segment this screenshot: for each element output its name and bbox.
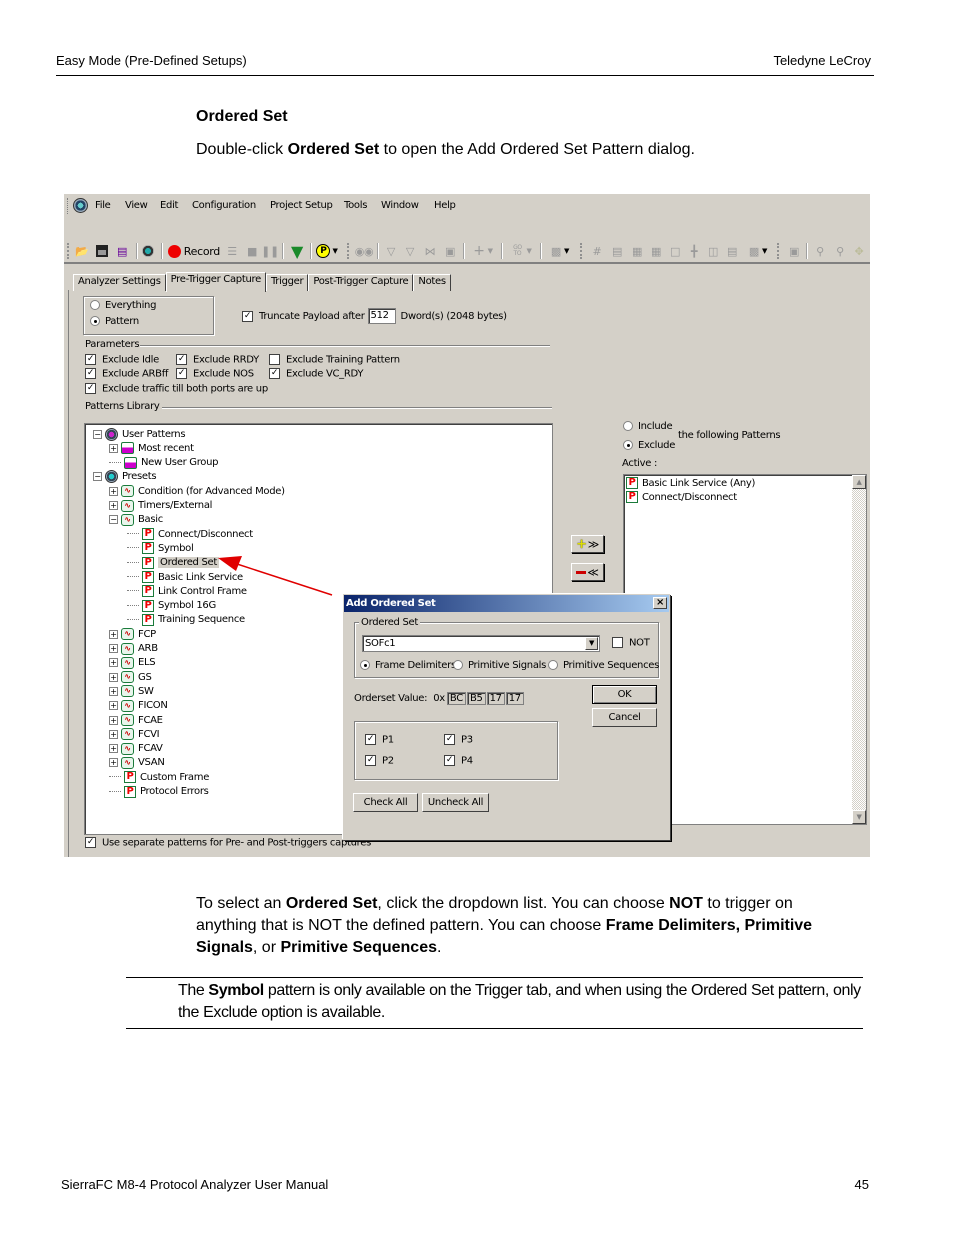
arrow-head xyxy=(218,556,242,571)
bold-text: Ordered Set xyxy=(285,895,378,912)
header-section-name: Easy Mode (Pre-Defined Setups) xyxy=(56,53,247,68)
radio-primitive-sequences[interactable]: Primitive Sequences xyxy=(548,660,659,671)
intro-text-end: to open the Add Ordered Set Pattern dial… xyxy=(379,141,695,158)
hex-byte: BC xyxy=(446,692,466,705)
active-list-scrollbar[interactable]: ▲ ▼ xyxy=(852,475,866,824)
add-pattern-button[interactable]: + ≫ xyxy=(571,535,604,553)
pattern-p-icon: P xyxy=(626,477,638,489)
radio-frame-delimiters-control[interactable] xyxy=(360,660,370,670)
port-p2-checkbox[interactable]: ✓ xyxy=(365,755,376,766)
plus-icon: + xyxy=(576,536,587,552)
following-patterns-label: the following Patterns xyxy=(678,430,781,441)
port-label: P4 xyxy=(461,755,473,767)
not-checkbox[interactable] xyxy=(612,637,623,648)
port-p3-checkbox[interactable]: ✓ xyxy=(444,734,455,745)
text: To select an xyxy=(196,895,286,912)
bold-text: Primitive Sequences xyxy=(280,939,437,956)
minus-icon xyxy=(576,570,587,574)
port-label: P3 xyxy=(461,734,473,746)
radio-primitive-sequences-control[interactable] xyxy=(548,660,558,670)
chevron-down-icon[interactable]: ▼ xyxy=(585,637,598,650)
cancel-button[interactable]: Cancel xyxy=(592,708,657,727)
radio-label: Primitive Signals xyxy=(468,660,547,671)
close-icon[interactable]: × xyxy=(653,597,667,609)
footer-manual-title: SierraFC M8-4 Protocol Analyzer User Man… xyxy=(61,1177,329,1192)
radio-label: Frame Delimiters xyxy=(375,660,456,671)
not-option[interactable]: NOT xyxy=(612,637,650,649)
add-ordered-set-dialog: Add Ordered Set × Ordered Set SOFc1 ▼ NO… xyxy=(343,594,670,840)
dialog-title: Add Ordered Set xyxy=(346,598,436,609)
radio-exclude[interactable]: Exclude xyxy=(623,440,675,451)
note-box: The Symbol pattern is only available on … xyxy=(126,977,863,1029)
radio-primitive-signals-control[interactable] xyxy=(453,660,463,670)
radio-exclude-label: Exclude xyxy=(638,440,676,451)
intro-bold: Ordered Set xyxy=(287,141,380,158)
active-item[interactable]: P Basic Link Service (Any) xyxy=(626,476,755,490)
active-label: Active : xyxy=(622,458,658,469)
bold-text: NOT xyxy=(669,895,703,912)
radio-frame-delimiters[interactable]: Frame Delimiters xyxy=(360,660,456,671)
hex-byte: 17 xyxy=(505,692,524,705)
hex-prefix: 0x xyxy=(433,693,445,704)
page-footer: SierraFC M8-4 Protocol Analyzer User Man… xyxy=(61,1177,870,1192)
ok-button[interactable]: OK xyxy=(592,685,657,704)
text: , click the dropdown list. You can choos… xyxy=(377,895,670,912)
ordered-set-select[interactable]: SOFc1 ▼ xyxy=(362,635,600,652)
radio-primitive-signals[interactable]: Primitive Signals xyxy=(453,660,546,671)
separate-patterns-label: Use separate patterns for Pre- and Post-… xyxy=(102,837,372,849)
port-p3[interactable]: ✓ P3 xyxy=(444,734,473,746)
radio-label: Primitive Sequences xyxy=(563,660,660,671)
ordered-set-value: SOFc1 xyxy=(365,638,396,649)
intro-paragraph: Double-click Ordered Set to open the Add… xyxy=(196,141,695,159)
text: . xyxy=(436,939,442,956)
active-item[interactable]: P Connect/Disconnect xyxy=(626,490,737,504)
port-p4[interactable]: ✓ P4 xyxy=(444,755,473,767)
hex-byte: B5 xyxy=(466,692,486,705)
port-p2[interactable]: ✓ P2 xyxy=(365,755,394,767)
dialog-title-bar: Add Ordered Set xyxy=(344,595,669,612)
text: pattern is only available on the Trigger… xyxy=(178,982,861,1021)
orderset-value-row: Orderset Value: 0x BC B5 17 17 xyxy=(354,692,525,705)
port-label: P2 xyxy=(382,755,394,767)
text: , or xyxy=(252,939,281,956)
double-chevron-left-icon: ≪ xyxy=(587,565,599,579)
radio-include[interactable]: Include xyxy=(623,421,673,432)
port-p1-checkbox[interactable]: ✓ xyxy=(365,734,376,745)
active-item-label: Basic Link Service (Any) xyxy=(642,477,756,489)
radio-exclude-control[interactable] xyxy=(623,440,633,450)
intro-text: Double-click xyxy=(196,141,288,158)
page-header: Easy Mode (Pre-Defined Setups) Teledyne … xyxy=(56,52,874,76)
page-number: 45 xyxy=(854,1177,869,1192)
port-label: P1 xyxy=(382,734,394,746)
text: The xyxy=(178,982,209,999)
not-label: NOT xyxy=(629,637,650,649)
hex-byte: 17 xyxy=(486,692,505,705)
header-company: Teledyne LeCroy xyxy=(773,53,871,68)
arrow-line xyxy=(233,562,333,596)
section-title: Ordered Set xyxy=(196,108,288,125)
uncheck-all-button[interactable]: Uncheck All xyxy=(422,793,489,812)
bold-text: Symbol xyxy=(208,982,264,999)
app-screenshot: File View Edit Configuration Project Set… xyxy=(64,194,870,857)
port-p4-checkbox[interactable]: ✓ xyxy=(444,755,455,766)
orderset-value-label: Orderset Value: xyxy=(354,693,428,704)
port-p1[interactable]: ✓ P1 xyxy=(365,734,394,746)
pattern-p-icon: P xyxy=(626,491,638,503)
scroll-down-icon[interactable]: ▼ xyxy=(852,810,866,824)
check-all-button[interactable]: Check All xyxy=(353,793,418,812)
separate-patterns-option[interactable]: ✓ Use separate patterns for Pre- and Post… xyxy=(85,837,371,849)
remove-pattern-button[interactable]: ≪ xyxy=(571,563,604,581)
active-item-label: Connect/Disconnect xyxy=(642,491,737,503)
separate-patterns-checkbox[interactable]: ✓ xyxy=(85,837,96,848)
double-chevron-right-icon: ≫ xyxy=(587,537,600,551)
body-paragraph: To select an Ordered Set, click the drop… xyxy=(196,893,856,959)
scroll-up-icon[interactable]: ▲ xyxy=(852,475,866,489)
ordered-set-group-title: Ordered Set xyxy=(359,617,420,628)
radio-include-label: Include xyxy=(638,421,673,432)
ports-group: ✓ P1 ✓ P3 ✓ P2 ✓ P4 xyxy=(354,721,558,780)
radio-include-control[interactable] xyxy=(623,421,633,431)
